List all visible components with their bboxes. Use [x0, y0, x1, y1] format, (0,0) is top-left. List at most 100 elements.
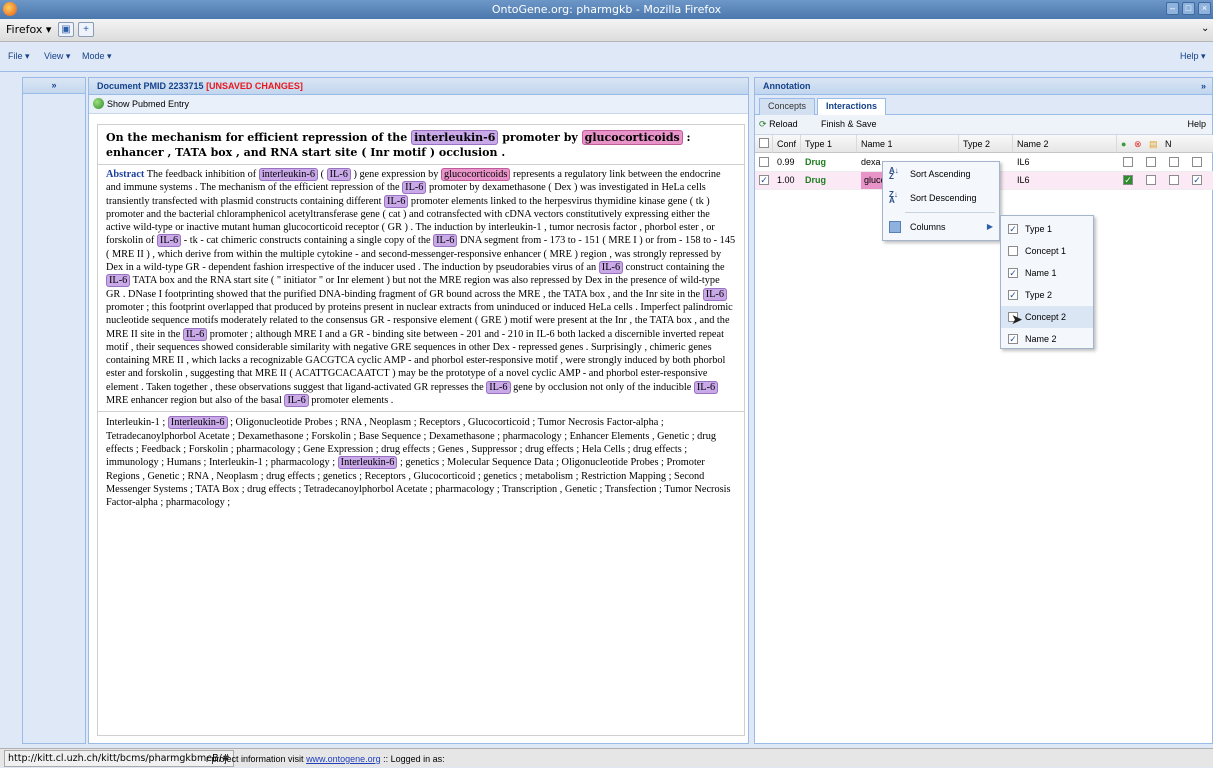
protein-mention[interactable]: interleukin-6	[258, 168, 318, 181]
protein-mention[interactable]: IL-6	[156, 234, 182, 248]
window-titlebar: OntoGene.org: pharmgkb - Mozilla Firefox	[0, 0, 1213, 19]
protein-mention[interactable]: IL-6	[486, 380, 511, 394]
col-n[interactable]: N	[1165, 139, 1172, 149]
row-select-checkbox[interactable]: ✓	[759, 175, 769, 185]
column-toggle-item[interactable]: ✓ Name 1	[1001, 262, 1093, 284]
help-menu[interactable]: Help ▾	[1180, 51, 1206, 62]
row-flag-checkbox[interactable]	[1169, 175, 1179, 185]
row-select-checkbox[interactable]	[759, 157, 769, 167]
reload-button[interactable]: ⟳ Reload	[759, 115, 798, 134]
annotation-tabs: Concepts Interactions	[755, 95, 1212, 116]
file-menu[interactable]: File ▾	[8, 51, 30, 62]
columns-label: Columns	[910, 222, 946, 232]
row-flag-checkbox[interactable]: ✓	[1192, 175, 1202, 185]
protein-mention[interactable]: IL-6	[326, 168, 351, 181]
column-toggle-item[interactable]: ✓ Type 1	[1001, 218, 1093, 240]
row-name1[interactable]: dexa	[861, 154, 881, 171]
annotation-panel: Annotation » Concepts Interactions ⟳ Rel…	[754, 77, 1213, 744]
document-pmid: Document PMID 2233715	[97, 81, 204, 91]
sort-descending-label: Sort Descending	[910, 193, 977, 203]
col-name2[interactable]: Name 2	[1013, 135, 1117, 153]
row-flag-checkbox[interactable]	[1123, 157, 1133, 167]
pubmed-icon	[93, 98, 104, 109]
column-toggle-label: Type 1	[1025, 224, 1053, 234]
col-name1[interactable]: Name 1	[857, 135, 959, 153]
window-title: OntoGene.org: pharmgkb - Mozilla Firefox	[491, 3, 722, 16]
protein-mention[interactable]: IL-6	[402, 181, 427, 195]
chemical-mention[interactable]: glucocorticoids	[581, 130, 683, 145]
tab-interactions[interactable]: Interactions	[817, 98, 887, 116]
row-flag-checkbox[interactable]	[1192, 157, 1202, 167]
chemical-mention[interactable]: glucocorticoids	[440, 168, 511, 181]
document-panel: Document PMID 2233715 [UNSAVED CHANGES] …	[88, 77, 749, 744]
article-title: On the mechanism for efficient repressio…	[98, 125, 744, 160]
columns-item[interactable]: Columns ▶	[883, 216, 999, 238]
menu-separator	[905, 212, 995, 213]
unsaved-changes-label: [UNSAVED CHANGES]	[206, 81, 303, 91]
minimize-button[interactable]: –	[1166, 2, 1179, 15]
note-icon[interactable]: ▤	[1149, 139, 1158, 149]
protein-mention[interactable]: Interleukin-6	[167, 416, 228, 430]
finish-save-button[interactable]: Finish & Save	[821, 115, 877, 134]
protein-mention[interactable]: IL-6	[284, 394, 309, 408]
protein-mention[interactable]: IL-6	[106, 274, 131, 288]
show-pubmed-button[interactable]: Show Pubmed Entry	[93, 98, 189, 109]
ontogene-link[interactable]: www.ontogene.org	[306, 754, 381, 764]
text-segment: TATA box and the RNA start site ( " init…	[106, 275, 720, 300]
column-toggle-checkbox[interactable]	[1008, 246, 1018, 256]
protein-mention[interactable]: IL-6	[182, 327, 208, 341]
columns-submenu: ✓ Type 1 Concept 1 ✓ Name 1 ✓ Type 2 Concept 2 ✓…	[1000, 215, 1094, 349]
mode-menu[interactable]: Mode ▾	[82, 51, 112, 62]
row-type1: Drug	[805, 175, 826, 185]
select-all-checkbox-header[interactable]	[755, 135, 773, 153]
firefox-menu-button[interactable]: Firefox ▾	[6, 23, 51, 36]
status-info-prefix: r project information visit	[206, 754, 304, 764]
expand-left-panel-button[interactable]: »	[23, 78, 85, 94]
sort-descending-item[interactable]: Z↓ A Sort Descending	[883, 187, 999, 209]
col-conf[interactable]: Conf	[773, 135, 801, 153]
col-type1[interactable]: Type 1	[801, 135, 857, 153]
column-toggle-item[interactable]: ✓ Name 2	[1001, 328, 1093, 350]
browser-tab[interactable]: ▣	[58, 22, 74, 37]
protein-mention[interactable]: IL-6	[702, 287, 728, 301]
row-flag-checkbox[interactable]: ✓	[1123, 175, 1133, 185]
text-segment: - tk - cat chimeric constructs containin…	[181, 235, 434, 247]
column-toggle-item[interactable]: ✓ Type 2	[1001, 284, 1093, 306]
row-flag-checkbox[interactable]	[1146, 175, 1156, 185]
status-bar: http://kitt.cl.uzh.ch/kitt/bcms/pharmgkb…	[0, 748, 1213, 767]
column-toggle-item[interactable]: Concept 1	[1001, 240, 1093, 262]
tab-concepts[interactable]: Concepts	[759, 98, 816, 115]
firefox-logo-icon	[3, 2, 17, 16]
row-flag-checkbox[interactable]	[1146, 157, 1156, 167]
row-name2: IL6	[1017, 175, 1030, 185]
view-menu[interactable]: View ▾	[44, 51, 70, 62]
annotation-toolbar: ⟳ Reload Finish & Save Help	[755, 115, 1212, 135]
new-tab-button[interactable]: +	[78, 22, 94, 37]
protein-mention[interactable]: IL-6	[433, 234, 458, 248]
reject-icon[interactable]: ⊗	[1134, 139, 1142, 149]
abstract-body: The feedback inhibition of interleukin-6…	[106, 168, 735, 408]
maximize-button[interactable]: □	[1182, 2, 1195, 15]
column-toggle-checkbox[interactable]: ✓	[1008, 334, 1018, 344]
select-all-checkbox[interactable]	[759, 138, 769, 148]
protein-mention[interactable]: IL-6	[384, 194, 409, 208]
protein-mention[interactable]: IL-6	[598, 261, 624, 275]
tab-list-chevron-icon[interactable]: ⌄	[1201, 23, 1209, 34]
text-segment: construct containing the	[623, 262, 725, 274]
column-toggle-checkbox[interactable]: ✓	[1008, 224, 1018, 234]
protein-mention[interactable]: IL-6	[693, 380, 719, 394]
column-toggle-checkbox[interactable]: ✓	[1008, 290, 1018, 300]
collapse-annotation-button[interactable]: »	[1201, 78, 1206, 94]
col-type2[interactable]: Type 2	[959, 135, 1013, 153]
row-flag-checkbox[interactable]	[1169, 157, 1179, 167]
protein-mention[interactable]: interleukin-6	[411, 130, 499, 145]
reload-label: Reload	[769, 119, 798, 129]
submenu-arrow-icon: ▶	[986, 222, 993, 231]
protein-mention[interactable]: Interleukin-6	[337, 456, 398, 470]
close-window-button[interactable]: ×	[1198, 2, 1211, 15]
firefox-menu-label: Firefox	[6, 23, 43, 36]
column-toggle-checkbox[interactable]: ✓	[1008, 268, 1018, 278]
sort-ascending-item[interactable]: A↓ Z Sort Ascending	[883, 163, 999, 185]
annotation-help-button[interactable]: Help	[1187, 115, 1206, 134]
accept-icon[interactable]: ●	[1121, 139, 1126, 149]
